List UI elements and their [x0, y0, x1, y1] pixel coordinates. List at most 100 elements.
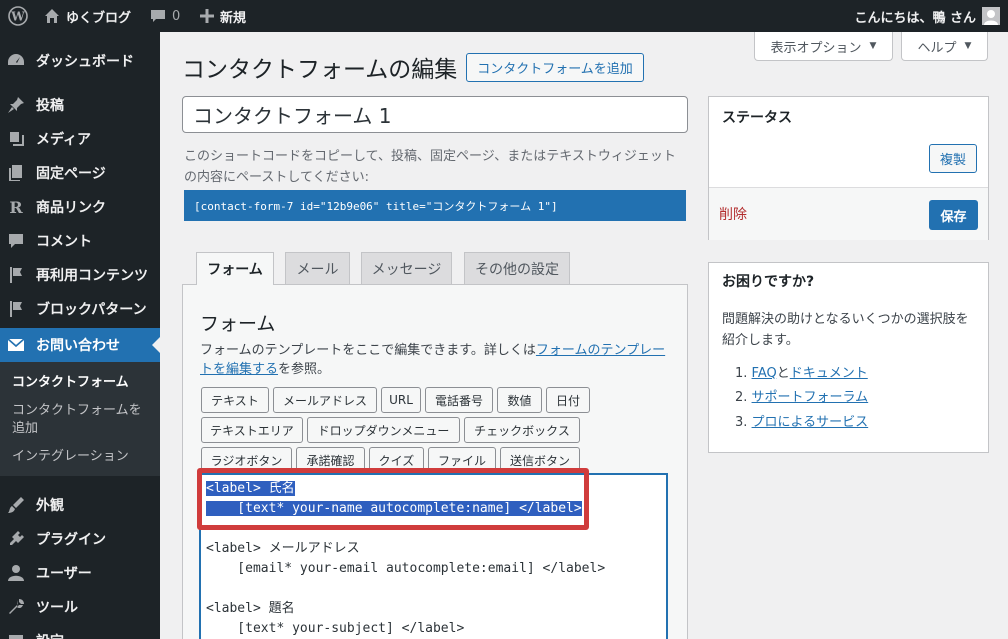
status-title: ステータス	[722, 110, 792, 126]
tag-button-checkbox[interactable]: チェックボックス	[464, 417, 580, 443]
sidebar-item-media[interactable]: メディア	[0, 122, 160, 156]
sidebar-item-users[interactable]: ユーザー	[0, 556, 160, 590]
shortcode-field[interactable]: [contact-form-7 id="12b9e06" title="コンタク…	[184, 190, 686, 221]
tab-messages[interactable]: メッセージ	[361, 252, 452, 284]
sidebar-item-reusable[interactable]: 再利用コンテンツ	[0, 258, 160, 292]
sidebar-item-label: プラグイン	[36, 532, 106, 548]
new-label: 新規	[220, 10, 247, 26]
settings-icon	[6, 631, 26, 639]
greeting-text: こんにちは、鴨 さん	[854, 10, 976, 26]
submenu-item-add-new[interactable]: コンタクトフォームを追加	[12, 402, 152, 438]
submenu-item-contact-forms[interactable]: コンタクトフォーム	[12, 374, 152, 392]
sidebar-item-label: ツール	[36, 600, 78, 616]
tab-additional-settings[interactable]: その他の設定	[464, 252, 570, 284]
highlight-annotation-box	[197, 468, 589, 530]
account-greeting[interactable]: こんにちは、鴨 さん	[854, 0, 976, 32]
screen-options-button[interactable]: 表示オプション ▼	[754, 32, 893, 61]
desc-text: フォームのテンプレートをここで編集できます。詳しくは	[200, 343, 536, 358]
sidebar-item-posts[interactable]: 投稿	[0, 88, 160, 122]
site-name-link[interactable]: ゆくブログ	[44, 0, 131, 32]
sidebar-item-label: 外観	[36, 498, 64, 514]
pro-services-link[interactable]: プロによるサービス	[752, 415, 869, 430]
comment-icon	[6, 231, 26, 251]
code-line-8: [text* your-subject] </label>	[206, 621, 465, 636]
caret-down-icon: ▼	[869, 41, 877, 51]
save-button[interactable]: 保存	[929, 200, 978, 230]
wordpress-logo-icon[interactable]: W	[8, 0, 28, 32]
support-forum-link[interactable]: サポートフォーラム	[752, 390, 869, 405]
tag-button-text[interactable]: テキスト	[201, 387, 269, 413]
sidebar-item-label: ユーザー	[36, 566, 92, 582]
mail-icon	[6, 335, 26, 355]
docs-link[interactable]: ドキュメント	[790, 366, 868, 381]
sidebar-item-label: お問い合わせ	[36, 338, 120, 354]
help-list-item: 2. サポートフォーラム	[735, 390, 869, 405]
help-list-item: 1. FAQとドキュメント	[735, 366, 868, 381]
sidebar-item-settings[interactable]: 設定	[0, 624, 160, 639]
flag-icon	[6, 265, 26, 285]
status-footer: 削除 保存	[709, 187, 988, 240]
duplicate-button[interactable]: 複製	[929, 144, 977, 173]
admin-bar: W ゆくブログ 0 新規 こんにちは、鴨 さん	[0, 0, 1008, 32]
sidebar-item-block-patterns[interactable]: ブロックパターン	[0, 292, 160, 326]
sidebar-item-contact[interactable]: お問い合わせ	[0, 328, 160, 362]
sidebar-item-pages[interactable]: 固定ページ	[0, 156, 160, 190]
plus-icon	[200, 9, 214, 23]
faq-link[interactable]: FAQ	[752, 366, 777, 381]
avatar[interactable]	[982, 7, 1000, 25]
home-icon	[45, 9, 59, 23]
media-icon	[6, 129, 26, 149]
help-label: ヘルプ	[917, 40, 957, 56]
caret-down-icon: ▼	[964, 41, 972, 51]
code-line-4: <label> メールアドレス	[206, 541, 360, 556]
sidebar-item-label: 設定	[36, 631, 64, 639]
status-box: ステータス 複製 削除 保存	[708, 96, 989, 240]
tab-form[interactable]: フォーム	[196, 252, 274, 285]
comment-bubble-icon	[151, 10, 165, 22]
help-connector: と	[776, 366, 790, 381]
sidebar-item-tools[interactable]: ツール	[0, 590, 160, 624]
add-new-form-button[interactable]: コンタクトフォームを追加	[466, 53, 644, 82]
sidebar-item-comments[interactable]: コメント	[0, 224, 160, 258]
delete-link[interactable]: 削除	[719, 204, 747, 224]
tag-button-url[interactable]: URL	[381, 387, 421, 413]
new-content-link[interactable]: 新規	[200, 0, 246, 32]
sidebar-item-label: メディア	[36, 132, 92, 148]
sidebar-item-label: 商品リンク	[36, 200, 106, 216]
sidebar-item-dashboard[interactable]: ダッシュボード	[0, 44, 160, 78]
sidebar-item-label: コメント	[36, 234, 92, 250]
form-description: フォームのテンプレートをここで編集できます。詳しくはフォームのテンプレートを編集…	[200, 341, 670, 379]
shortcode-description: このショートコードをコピーして、投稿、固定ページ、またはテキストウィジェットの内…	[184, 149, 676, 185]
help-box: お困りですか? 問題解決の助けとなるいくつかの選択肢を紹介します。 1. FAQ…	[708, 262, 989, 453]
tab-mail[interactable]: メール	[285, 252, 350, 284]
submenu-item-integration[interactable]: インテグレーション	[12, 448, 152, 466]
tag-button-email[interactable]: メールアドレス	[273, 387, 377, 413]
sidebar-item-label: 固定ページ	[36, 166, 106, 182]
user-icon	[6, 563, 26, 583]
tag-button-textarea[interactable]: テキストエリア	[201, 417, 303, 443]
tag-button-date[interactable]: 日付	[546, 387, 590, 413]
tag-button-select[interactable]: ドロップダウンメニュー	[307, 417, 460, 443]
sidebar-item-appearance[interactable]: 外観	[0, 488, 160, 522]
desc-text: を参照。	[278, 362, 331, 377]
comments-link[interactable]: 0	[150, 0, 180, 32]
r-icon: R	[9, 197, 23, 217]
help-button[interactable]: ヘルプ ▼	[901, 32, 988, 61]
sidebar-item-label: ブロックパターン	[36, 302, 147, 318]
tag-button-number[interactable]: 数値	[497, 387, 542, 413]
flag-icon	[6, 299, 26, 319]
sidebar-item-plugins[interactable]: プラグイン	[0, 522, 160, 556]
screen-options-label: 表示オプション	[770, 40, 862, 56]
page-title: コンタクトフォームの編集	[182, 57, 458, 83]
form-section-heading: フォーム	[200, 313, 276, 335]
page-icon	[6, 163, 26, 183]
sidebar-item-product-links[interactable]: R 商品リンク	[0, 190, 160, 224]
code-line-5: [email* your-email autocomplete:email] <…	[206, 561, 606, 576]
tag-button-tel[interactable]: 電話番号	[425, 387, 493, 413]
help-title: お困りですか?	[722, 274, 815, 290]
form-title-input[interactable]: コンタクトフォーム 1	[182, 96, 688, 133]
code-line-7: <label> 題名	[206, 601, 295, 616]
dashboard-icon	[6, 51, 26, 71]
site-name: ゆくブログ	[66, 10, 132, 26]
plugin-icon	[6, 529, 26, 549]
